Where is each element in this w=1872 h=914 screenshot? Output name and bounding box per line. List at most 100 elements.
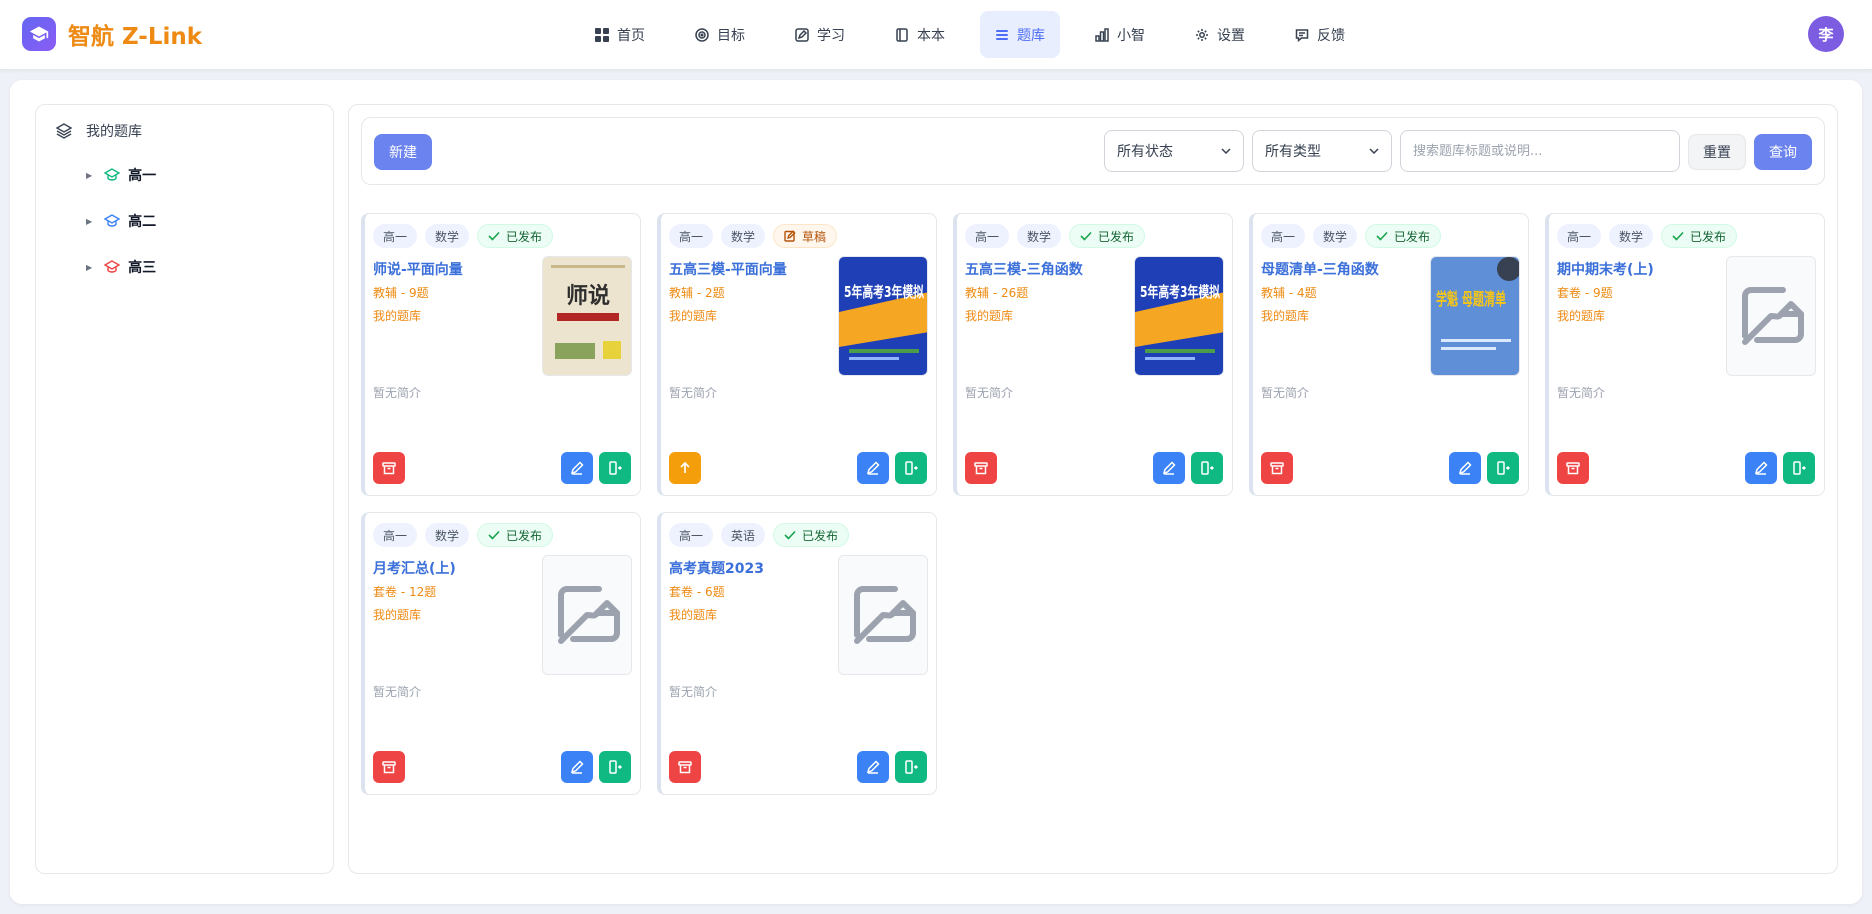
grid-icon bbox=[595, 27, 609, 42]
image-placeholder-icon bbox=[854, 586, 916, 644]
card-library: 我的题库 bbox=[965, 309, 1014, 323]
card-title[interactable]: 五高三模-三角函数 bbox=[965, 259, 1083, 279]
nav-notebook[interactable]: 本本 bbox=[880, 11, 960, 58]
delete-button[interactable] bbox=[1557, 452, 1589, 484]
edit-button[interactable] bbox=[1449, 452, 1481, 484]
tree-item-grade-2[interactable]: ▶ 高二 bbox=[86, 211, 156, 231]
card-title[interactable]: 母题清单-三角函数 bbox=[1261, 259, 1379, 279]
nav-feedback[interactable]: 反馈 bbox=[1280, 11, 1360, 58]
pencil-icon bbox=[866, 760, 880, 774]
caret-right-icon[interactable]: ▶ bbox=[86, 217, 92, 226]
book-cover-image: 学魁 母题清单 bbox=[1430, 256, 1520, 376]
edit-button[interactable] bbox=[561, 751, 593, 783]
subject-tag: 数学 bbox=[425, 224, 470, 248]
edit-button[interactable] bbox=[857, 751, 889, 783]
question-bank-card[interactable]: 高一 数学 已发布 母题清单-三角函数 教辅 - 4题 我的题库 暂无简介 学魁… bbox=[1249, 213, 1529, 496]
card-title[interactable]: 高考真题2023 bbox=[669, 558, 764, 578]
card-description: 暂无简介 bbox=[373, 386, 422, 400]
pencil-icon bbox=[866, 461, 880, 475]
main-panel: 我的题库 ▶ 高一 ▶ 高二 ▶ 高三 新建 所有状态 所有类型 搜索题库标题或… bbox=[10, 80, 1862, 904]
search-input[interactable] bbox=[1400, 130, 1680, 172]
grade-tag: 高一 bbox=[669, 224, 714, 248]
sidebar-tree: 我的题库 ▶ 高一 ▶ 高二 ▶ 高三 bbox=[35, 104, 334, 874]
publish-button[interactable] bbox=[669, 452, 701, 484]
edit-button[interactable] bbox=[857, 452, 889, 484]
trash-icon bbox=[382, 761, 396, 774]
open-button[interactable] bbox=[599, 452, 631, 484]
open-button[interactable] bbox=[599, 751, 631, 783]
check-icon bbox=[1376, 231, 1388, 241]
edit-button[interactable] bbox=[1745, 452, 1777, 484]
reset-button[interactable]: 重置 bbox=[1688, 134, 1746, 170]
card-title[interactable]: 期中期末考(上) bbox=[1557, 259, 1654, 279]
delete-button[interactable] bbox=[669, 751, 701, 783]
check-icon bbox=[784, 530, 796, 540]
question-bank-card[interactable]: 高一 数学 已发布 期中期末考(上) 套卷 - 9题 我的题库 暂无简介 bbox=[1545, 213, 1825, 496]
tree-item-grade-1[interactable]: ▶ 高一 bbox=[86, 165, 156, 185]
status-badge: 草稿 bbox=[773, 224, 838, 248]
caret-right-icon[interactable]: ▶ bbox=[86, 171, 92, 180]
status-select[interactable]: 所有状态 bbox=[1104, 130, 1244, 172]
card-library: 我的题库 bbox=[669, 608, 718, 622]
cover-title-text: 学魁 母题清单 bbox=[1436, 289, 1506, 310]
card-meta: 教辅 - 2题 bbox=[669, 286, 725, 300]
check-icon bbox=[1672, 231, 1684, 241]
main-nav: 首页 目标 学习 本本 题库 小智 设置 反馈 bbox=[580, 11, 1380, 58]
card-title[interactable]: 月考汇总(上) bbox=[373, 558, 456, 578]
book-cover-image: 师说 bbox=[542, 256, 632, 376]
new-button[interactable]: 新建 bbox=[374, 134, 432, 170]
subject-tag: 数学 bbox=[425, 523, 470, 547]
status-badge: 已发布 bbox=[477, 523, 554, 547]
edit-button[interactable] bbox=[561, 452, 593, 484]
pencil-icon bbox=[570, 760, 584, 774]
nav-settings[interactable]: 设置 bbox=[1180, 11, 1260, 58]
graduation-cap-icon bbox=[104, 260, 121, 273]
card-title[interactable]: 五高三模-平面向量 bbox=[669, 259, 787, 279]
nav-question-bank[interactable]: 题库 bbox=[980, 11, 1060, 58]
question-bank-card[interactable]: 高一 数学 草稿 五高三模-平面向量 教辅 - 2题 我的题库 暂无简介 5年高… bbox=[657, 213, 937, 496]
trash-icon bbox=[974, 462, 988, 475]
nav-home[interactable]: 首页 bbox=[580, 11, 660, 58]
delete-button[interactable] bbox=[1261, 452, 1293, 484]
nav-study[interactable]: 学习 bbox=[780, 11, 860, 58]
query-button[interactable]: 查询 bbox=[1754, 134, 1812, 170]
nav-assistant[interactable]: 小智 bbox=[1080, 11, 1160, 58]
subject-tag: 数学 bbox=[1017, 224, 1062, 248]
status-badge: 已发布 bbox=[1365, 224, 1442, 248]
tree-item-grade-3[interactable]: ▶ 高三 bbox=[86, 257, 156, 277]
check-icon bbox=[488, 231, 500, 241]
caret-right-icon[interactable]: ▶ bbox=[86, 263, 92, 272]
open-button[interactable] bbox=[1783, 452, 1815, 484]
grade-tag: 高一 bbox=[669, 523, 714, 547]
filter-toolbar: 新建 所有状态 所有类型 重置 查询 bbox=[361, 117, 1825, 185]
app-logo[interactable]: 智航 Z-Link bbox=[22, 17, 202, 51]
card-title[interactable]: 师说-平面向量 bbox=[373, 259, 463, 279]
gear-icon bbox=[1196, 28, 1208, 41]
question-bank-card[interactable]: 高一 数学 已发布 月考汇总(上) 套卷 - 12题 我的题库 暂无简介 bbox=[361, 512, 641, 795]
card-library: 我的题库 bbox=[373, 608, 422, 622]
open-button[interactable] bbox=[895, 751, 927, 783]
card-library: 我的题库 bbox=[373, 309, 422, 323]
delete-button[interactable] bbox=[965, 452, 997, 484]
card-description: 暂无简介 bbox=[965, 386, 1014, 400]
type-select[interactable]: 所有类型 bbox=[1252, 130, 1392, 172]
pencil-icon bbox=[570, 461, 584, 475]
question-bank-card[interactable]: 高一 英语 已发布 高考真题2023 套卷 - 6题 我的题库 暂无简介 bbox=[657, 512, 937, 795]
open-button[interactable] bbox=[1487, 452, 1519, 484]
question-bank-card[interactable]: 高一 数学 已发布 五高三模-三角函数 教辅 - 26题 我的题库 暂无简介 5… bbox=[953, 213, 1233, 496]
cover-placeholder bbox=[838, 555, 928, 675]
open-button[interactable] bbox=[1191, 452, 1223, 484]
subject-tag: 数学 bbox=[1609, 224, 1654, 248]
card-description: 暂无简介 bbox=[1261, 386, 1310, 400]
status-badge: 已发布 bbox=[477, 224, 554, 248]
delete-button[interactable] bbox=[373, 751, 405, 783]
edit-button[interactable] bbox=[1153, 452, 1185, 484]
open-button[interactable] bbox=[895, 452, 927, 484]
card-library: 我的题库 bbox=[1261, 309, 1310, 323]
nav-target[interactable]: 目标 bbox=[680, 11, 760, 58]
question-bank-card[interactable]: 高一 数学 已发布 师说-平面向量 教辅 - 9题 我的题库 暂无简介 师说 bbox=[361, 213, 641, 496]
tree-root[interactable]: 我的题库 bbox=[56, 121, 142, 141]
avatar[interactable]: 李 bbox=[1808, 16, 1844, 52]
delete-button[interactable] bbox=[373, 452, 405, 484]
trash-icon bbox=[382, 462, 396, 475]
